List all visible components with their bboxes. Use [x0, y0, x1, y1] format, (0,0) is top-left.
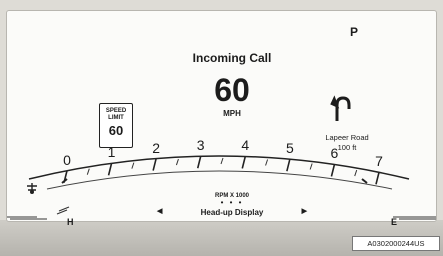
- right-arrow-icon[interactable]: ▶: [302, 207, 307, 215]
- tachometer-minor-tick: [175, 158, 179, 166]
- tachometer-tick-label: 3: [196, 137, 205, 154]
- fuel-gauge-label: E: [391, 217, 398, 227]
- tachometer-minor-tick: [265, 159, 269, 166]
- tachometer-major-tick: [196, 156, 202, 169]
- left-arrow-icon[interactable]: ◀: [157, 207, 162, 215]
- gauge-end-marks: [61, 178, 368, 184]
- tachometer-major-tick: [107, 163, 113, 176]
- tachometer-gauge: [7, 155, 436, 220]
- fuel-gauge-bar: [393, 216, 436, 220]
- display-mode-label: Head-up Display: [200, 208, 264, 217]
- tachometer-major-tick: [241, 156, 247, 169]
- tachometer-minor-tick: [354, 169, 358, 177]
- display-selector: ◀ Head-up Display ▶: [157, 207, 307, 219]
- hud-screen: P Incoming Call 60 MPH SPEED LIMIT 60 La…: [6, 10, 437, 227]
- tachometer-major-tick: [152, 158, 157, 171]
- tachometer-minor-tick: [86, 168, 90, 175]
- temperature-gauge-label: H: [67, 217, 74, 227]
- tachometer-inner-arc: [46, 170, 393, 190]
- tachometer-major-tick: [375, 172, 380, 185]
- tachometer-minor-tick: [131, 162, 135, 169]
- tachometer-tick-label: 6: [330, 145, 339, 162]
- figure-id-label: A0302000244US: [352, 236, 440, 251]
- tachometer-tick-label: 4: [241, 137, 250, 154]
- tachometer-major-tick: [330, 164, 336, 177]
- tachometer-tick-label: 2: [152, 139, 161, 156]
- page-indicator-dots: • • •: [220, 198, 244, 207]
- temperature-pointer: [56, 206, 70, 215]
- tachometer-minor-tick: [220, 157, 224, 165]
- tachometer-tick-label: 0: [63, 151, 71, 168]
- tachometer-tick-label: 5: [285, 140, 294, 157]
- temperature-gauge-bar: [7, 216, 47, 220]
- tachometer-tick-label: 1: [107, 144, 116, 161]
- temperature-icon: [27, 183, 37, 194]
- tachometer-minor-tick: [309, 163, 313, 170]
- tachometer-outer-arc: [28, 155, 410, 180]
- tachometer-tick-label: 7: [375, 153, 383, 170]
- tachometer-major-tick: [286, 159, 291, 172]
